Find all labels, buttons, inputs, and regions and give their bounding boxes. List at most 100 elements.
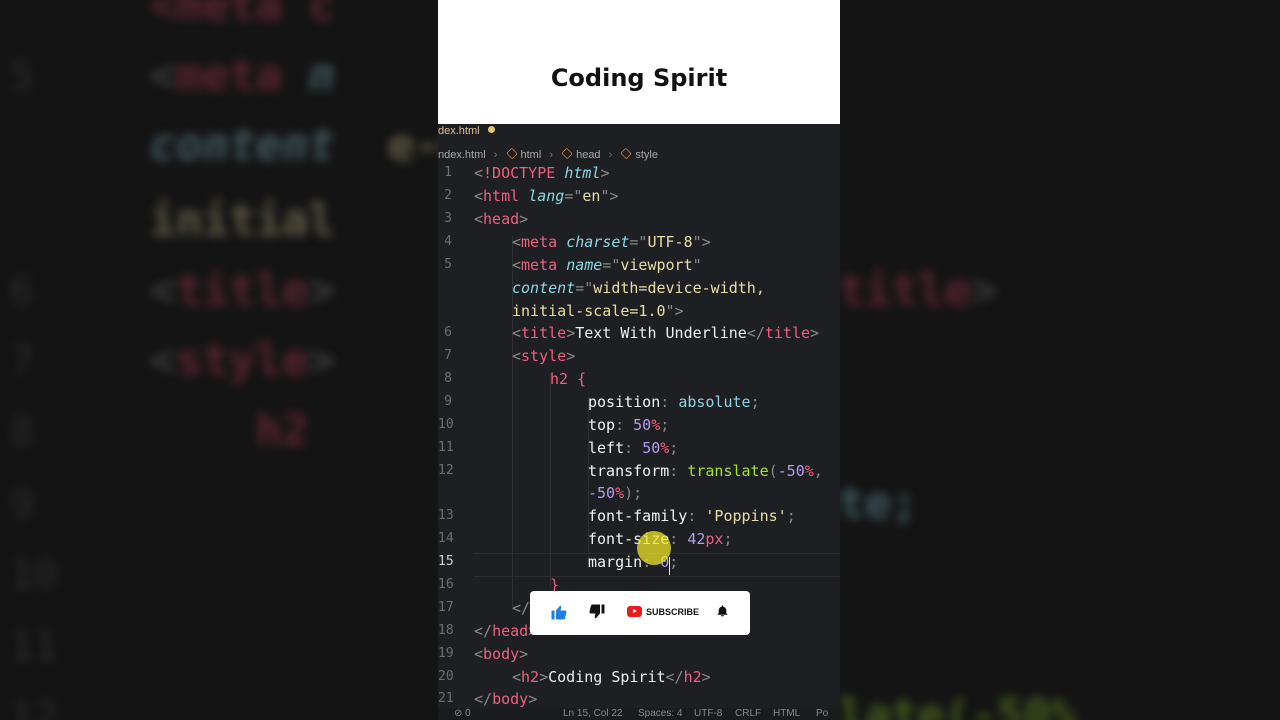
background-code-token: <meta c (149, 0, 335, 31)
code-token: % (804, 462, 814, 480)
line-number: 16 (438, 577, 454, 592)
language-mode[interactable]: HTML (773, 708, 800, 719)
line-number: 9 (444, 394, 452, 409)
background-indent (70, 478, 149, 529)
code-token: % (615, 484, 625, 502)
background-code-line: 8 h2 (10, 405, 308, 456)
code-line: <meta name="viewport" (512, 256, 702, 274)
background-indent (70, 548, 149, 599)
code-line: <head> (474, 210, 528, 228)
background-code-token: meta (175, 50, 309, 101)
code-token: 42 (687, 530, 706, 548)
code-line: </ (512, 599, 530, 617)
background-line-number: 9 (10, 482, 35, 528)
breadcrumb-style[interactable]: style (635, 149, 658, 161)
file-tab[interactable]: dex.html (438, 124, 495, 137)
channel-header: Coding Spirit (438, 0, 840, 124)
code-token: > (539, 668, 549, 686)
subscribe-button[interactable]: SUBSCRIBE (627, 606, 699, 626)
code-token: -50 (777, 462, 805, 480)
code-token: =" (602, 256, 621, 274)
code-token: < (512, 256, 522, 274)
code-token: h2 (550, 370, 578, 388)
breadcrumb-html[interactable]: html (521, 149, 542, 161)
code-line: <!DOCTYPE html> (474, 164, 609, 182)
code-line: initial-scale=1.0"> (512, 302, 684, 320)
chevron-right-icon: › (608, 149, 613, 161)
code-token: html (564, 164, 601, 182)
code-token: ; (786, 507, 796, 525)
line-ending[interactable]: CRLF (735, 708, 761, 719)
code-token: lang (528, 187, 565, 205)
background-indent (70, 620, 149, 671)
code-token: title (521, 324, 567, 342)
code-line: left: 50%; (588, 439, 678, 457)
breadcrumb-head[interactable]: head (576, 149, 600, 161)
line-number: 15 (438, 554, 454, 569)
code-line: </body> (474, 690, 537, 708)
line-number: 7 (444, 348, 452, 363)
code-token: px (705, 530, 724, 548)
background-code-line: 7 <style> (10, 335, 335, 386)
code-token: "> (692, 233, 711, 251)
file-tab-label: dex.html (438, 125, 480, 137)
code-token: > (566, 347, 576, 365)
code-token: "> (665, 302, 684, 320)
code-token: > (701, 668, 711, 686)
code-token: : (669, 462, 688, 480)
background-code-token: title (175, 265, 309, 316)
code-token: position (588, 393, 661, 411)
code-line: <meta charset="UTF-8"> (512, 233, 711, 251)
background-line-number: 6 (10, 269, 35, 315)
line-number: 21 (438, 691, 454, 706)
indent-setting[interactable]: Spaces: 4 (638, 708, 682, 719)
background-code-token: n (308, 50, 335, 101)
background-indent (70, 120, 149, 171)
background-code-token (335, 120, 388, 171)
code-line: transform: translate(-50%, (588, 462, 823, 480)
code-token: ; (669, 553, 679, 571)
problems-indicator[interactable]: ⊘ 0 (454, 708, 471, 719)
code-line: <html lang="en"> (474, 187, 619, 205)
cursor-position[interactable]: Ln 15, Col 22 (563, 708, 623, 719)
line-number: 1 (444, 165, 452, 180)
breadcrumb-file[interactable]: ndex.html (438, 149, 486, 161)
notification-bell-button[interactable] (716, 603, 730, 623)
background-indent (70, 690, 149, 720)
background-indent (70, 195, 149, 246)
line-number: 13 (438, 508, 454, 523)
line-number: 17 (438, 600, 454, 615)
code-line: font-family: 'Poppins'; (588, 507, 796, 525)
code-token: < (512, 668, 522, 686)
code-token: < (474, 164, 484, 182)
encoding[interactable]: UTF-8 (694, 708, 722, 719)
line-number: 19 (438, 646, 454, 661)
element-icon (561, 147, 573, 160)
code-token: translate (687, 462, 769, 480)
code-token: > (566, 324, 576, 342)
dislike-button[interactable] (588, 603, 606, 623)
code-token: ; (660, 416, 670, 434)
line-number: 8 (444, 371, 452, 386)
code-token: </ (512, 599, 531, 617)
background-code-line: 5 <meta n (10, 50, 335, 101)
like-button[interactable] (550, 603, 568, 623)
code-token: Coding Spirit (548, 668, 666, 686)
line-number: 10 (438, 417, 454, 432)
code-token: =" (564, 187, 583, 205)
code-line: <body> (474, 645, 528, 663)
line-number: 20 (438, 669, 454, 684)
status-extra[interactable]: Po (816, 708, 828, 719)
line-number: 4 (444, 234, 452, 249)
code-token: , (813, 462, 823, 480)
code-line: -50%); (588, 484, 642, 502)
code-token: html (483, 187, 529, 205)
background-code-token: initial (149, 195, 335, 246)
code-token: UTF-8 (647, 233, 693, 251)
code-line: position: absolute; (588, 393, 760, 411)
background-code-token: < (149, 265, 176, 316)
code-token: content (512, 279, 576, 297)
background-code-token: < (149, 50, 176, 101)
code-token: top (588, 416, 616, 434)
chevron-right-icon: › (493, 149, 498, 161)
